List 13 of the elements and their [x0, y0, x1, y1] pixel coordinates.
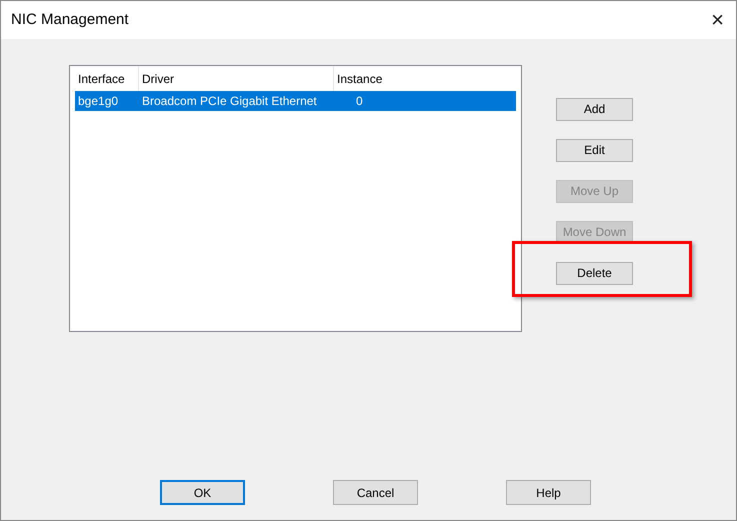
side-button[interactable]: Edit — [556, 138, 633, 162]
side-button[interactable]: Delete — [556, 262, 633, 284]
side-button[interactable]: Add — [556, 98, 633, 120]
table-cell-text: bge1g0 — [77, 93, 120, 110]
table-cell-text: Broadcom PCIe Gigabit Ethernet — [141, 93, 318, 110]
dialog-button[interactable]: OK — [160, 480, 245, 505]
dialog-button[interactable]: Help — [506, 480, 591, 505]
close-button[interactable]: × — [711, 9, 724, 31]
dialog-button[interactable]: Cancel — [333, 480, 418, 505]
table-cell-text: 0 — [355, 93, 364, 110]
window-title: NIC Management — [11, 10, 129, 30]
column-header[interactable]: Instance — [334, 66, 516, 91]
table-row[interactable]: bge1g0 Broadcom PCIe Gigabit Ethernet 0 — [75, 91, 516, 111]
